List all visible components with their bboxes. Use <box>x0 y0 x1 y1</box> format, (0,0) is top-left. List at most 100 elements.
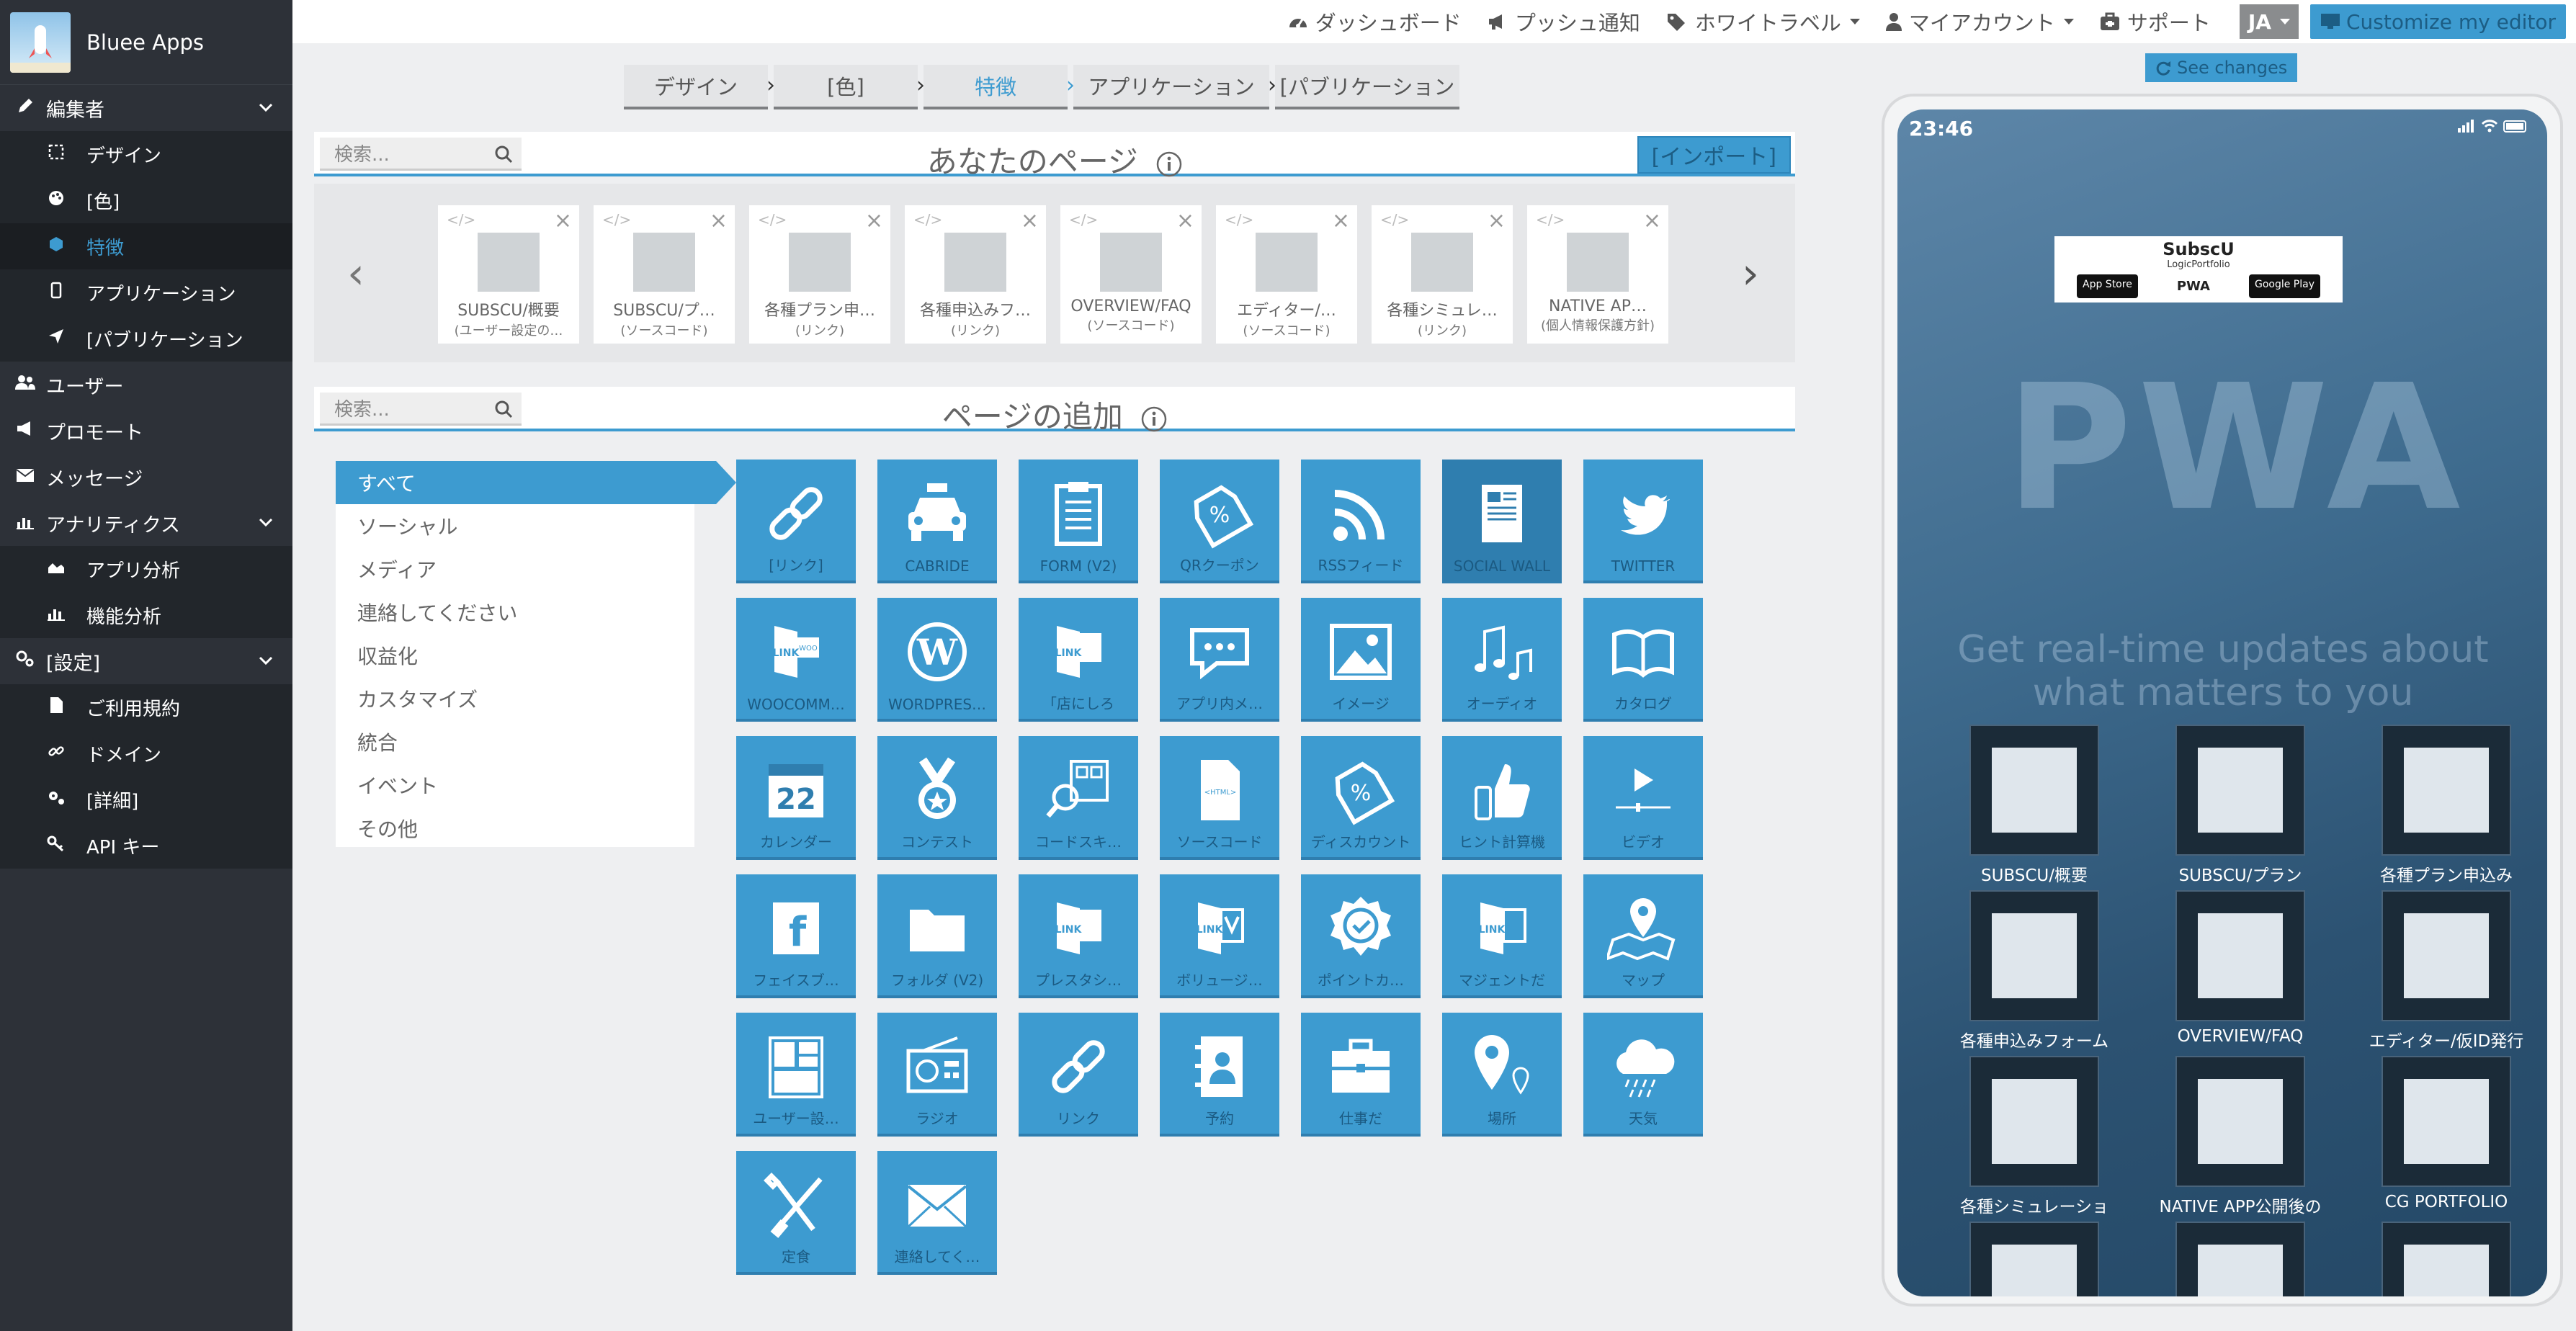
sidebar-item-11[interactable]: 機能分析 <box>0 592 292 638</box>
push-link[interactable]: プッシュ通知 <box>1488 6 1640 37</box>
sidebar-item-5[interactable]: [パブリケーション <box>0 315 292 362</box>
info-icon[interactable] <box>1156 151 1182 177</box>
feature-tile[interactable]: オーディオ <box>1442 598 1562 722</box>
preview-app-icon[interactable]: OVERVIEW/FAQ <box>2147 890 2334 1046</box>
feature-tile[interactable]: ポイントカ… <box>1301 874 1421 998</box>
sidebar-item-7[interactable]: プロモート <box>0 408 292 454</box>
feature-tile[interactable]: LINK マジェントだ <box>1442 874 1562 998</box>
language-dropdown[interactable]: JA <box>2239 4 2299 39</box>
page-card[interactable]: </> × エディター/… (ソースコード) <box>1216 205 1357 344</box>
preview-app-icon[interactable]: 各種プラン申込み <box>2353 725 2540 886</box>
preview-app-icon[interactable]: NATIVE APP公開後の <box>2147 1056 2334 1217</box>
chevron-down-icon[interactable] <box>258 98 274 120</box>
category-item[interactable]: 連絡してください <box>336 591 694 634</box>
step-application[interactable]: アプリケーション › <box>1073 65 1276 109</box>
page-card[interactable]: </> × SUBSCU/概要 (ユーザー設定の… <box>438 205 579 344</box>
feature-tile[interactable]: イメージ <box>1301 598 1421 722</box>
feature-tile[interactable]: 天気 <box>1583 1013 1703 1137</box>
sidebar-item-3[interactable]: 特徴 <box>0 223 292 269</box>
page-card[interactable]: </> × 各種プラン申… (リンク) <box>749 205 890 344</box>
preview-app-icon[interactable] <box>1941 1222 2128 1296</box>
preview-app-icon[interactable]: SUBSCU/プラン <box>2147 725 2334 886</box>
whitelabel-link[interactable]: ホワイトラベル <box>1666 6 1860 37</box>
feature-tile[interactable]: ラジオ <box>877 1013 997 1137</box>
preview-app-icon[interactable]: SUBSCU/概要 <box>1941 725 2128 886</box>
feature-tile[interactable]: LINK プレスタシ… <box>1019 874 1138 998</box>
sidebar-item-8[interactable]: メッセージ <box>0 454 292 500</box>
category-item[interactable]: 収益化 <box>336 634 694 677</box>
page-card[interactable]: </> × NATIVE AP… (個人情報保護方針) <box>1527 205 1668 344</box>
chevron-down-icon[interactable] <box>258 513 274 535</box>
feature-tile[interactable]: RSSフィード <box>1301 460 1421 583</box>
code-icon[interactable]: </> <box>758 211 787 228</box>
preview-app-icon[interactable]: 各種シミュレーショ <box>1941 1056 2128 1217</box>
feature-tile[interactable]: 場所 <box>1442 1013 1562 1137</box>
page-card[interactable]: </> × 各種シミュレ… (リンク) <box>1372 205 1513 344</box>
code-icon[interactable]: </> <box>447 211 475 228</box>
customize-editor-button[interactable]: Customize my editor <box>2309 4 2566 39</box>
feature-tile[interactable]: 定食 <box>736 1151 856 1275</box>
feature-tile[interactable]: コンテスト <box>877 736 997 860</box>
category-item[interactable]: ソーシャル <box>336 504 694 547</box>
feature-tile[interactable]: フォルダ (V2) <box>877 874 997 998</box>
feature-tile[interactable]: マップ <box>1583 874 1703 998</box>
sidebar-item-0[interactable]: 編集者 <box>0 85 292 131</box>
feature-tile[interactable]: TWITTER <box>1583 460 1703 583</box>
close-icon[interactable]: × <box>1176 208 1194 233</box>
carousel-prev-icon[interactable]: ‹ <box>347 248 365 299</box>
sidebar-item-6[interactable]: ユーザー <box>0 362 292 408</box>
close-icon[interactable]: × <box>1643 208 1661 233</box>
category-item[interactable]: すべて <box>336 461 736 504</box>
google-play-badge[interactable]: Google Play <box>2248 274 2320 298</box>
code-icon[interactable]: </> <box>1380 211 1409 228</box>
feature-tile[interactable]: SOCIAL WALL <box>1442 460 1562 583</box>
sidebar-item-2[interactable]: [色] <box>0 177 292 223</box>
feature-tile[interactable]: カタログ <box>1583 598 1703 722</box>
sidebar-item-4[interactable]: アプリケーション <box>0 269 292 315</box>
import-button[interactable]: [インポート] <box>1637 136 1791 174</box>
feature-tile[interactable]: リンク <box>1019 1013 1138 1137</box>
pwa-badge[interactable]: PWA <box>2170 274 2216 298</box>
sidebar-item-1[interactable]: デザイン <box>0 131 292 177</box>
sidebar-item-10[interactable]: アプリ分析 <box>0 546 292 592</box>
category-item[interactable]: イベント <box>336 763 694 807</box>
close-icon[interactable]: × <box>554 208 572 233</box>
preview-app-icon[interactable] <box>2353 1222 2540 1296</box>
see-changes-button[interactable]: See changes <box>2145 53 2298 82</box>
feature-tile[interactable]: ヒント計算機 <box>1442 736 1562 860</box>
feature-tile[interactable]: W WORDPRES… <box>877 598 997 722</box>
close-icon[interactable]: × <box>1332 208 1350 233</box>
page-card[interactable]: </> × SUBSCU/プ… (ソースコード) <box>594 205 735 344</box>
preview-app-icon[interactable] <box>2147 1222 2334 1296</box>
brand[interactable]: Bluee Apps <box>0 0 292 85</box>
feature-tile[interactable]: 仕事だ <box>1301 1013 1421 1137</box>
feature-tile[interactable]: % ディスカウント <box>1301 736 1421 860</box>
sidebar-item-16[interactable]: API キー <box>0 823 292 869</box>
feature-tile[interactable]: FORM (V2) <box>1019 460 1138 583</box>
feature-tile[interactable]: LINK ボリュージ… <box>1160 874 1279 998</box>
feature-tile[interactable]: LINK WOO WOOCOMM… <box>736 598 856 722</box>
account-link[interactable]: マイアカウント <box>1885 6 2074 37</box>
close-icon[interactable]: × <box>1021 208 1039 233</box>
feature-tile[interactable]: [リンク] <box>736 460 856 583</box>
info-icon[interactable] <box>1141 406 1167 432</box>
feature-tile[interactable]: % QRクーポン <box>1160 460 1279 583</box>
feature-tile[interactable]: ユーザー設… <box>736 1013 856 1137</box>
preview-app-icon[interactable]: エディター/仮ID発行 <box>2353 890 2540 1052</box>
feature-tile[interactable]: コードスキ… <box>1019 736 1138 860</box>
close-icon[interactable]: × <box>1488 208 1506 233</box>
code-icon[interactable]: </> <box>1225 211 1253 228</box>
close-icon[interactable]: × <box>710 208 728 233</box>
feature-tile[interactable]: f フェイスブ… <box>736 874 856 998</box>
code-icon[interactable]: </> <box>913 211 942 228</box>
sidebar-item-13[interactable]: ご利用規約 <box>0 684 292 730</box>
sidebar-item-12[interactable]: [設定] <box>0 638 292 684</box>
feature-tile[interactable]: 22 カレンダー <box>736 736 856 860</box>
support-link[interactable]: サポート <box>2100 6 2211 37</box>
step-colors[interactable]: [色] › <box>774 65 925 109</box>
chevron-down-icon[interactable] <box>258 651 274 673</box>
step-publication[interactable]: [パブリケーション <box>1275 65 1459 109</box>
preview-app-icon[interactable]: 各種申込みフォーム <box>1941 890 2128 1052</box>
code-icon[interactable]: </> <box>602 211 631 228</box>
feature-tile[interactable]: 予約 <box>1160 1013 1279 1137</box>
